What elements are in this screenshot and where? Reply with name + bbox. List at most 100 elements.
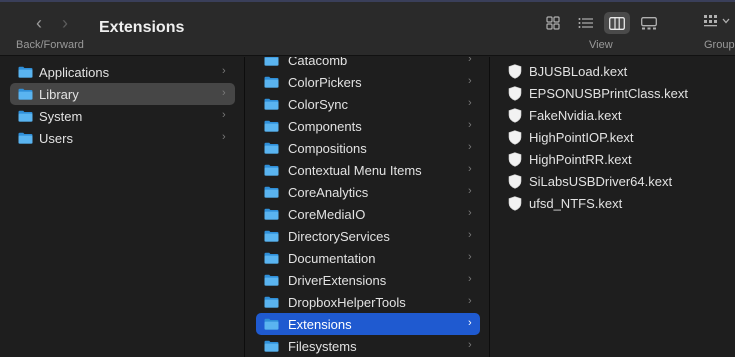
item-label: CoreMediaIO bbox=[288, 206, 366, 222]
item-label: ColorSync bbox=[288, 96, 348, 112]
item-label: Contextual Menu Items bbox=[288, 162, 422, 178]
folder-row[interactable]: DirectoryServices › bbox=[256, 225, 480, 247]
file-row[interactable]: EPSONUSBPrintClass.kext bbox=[505, 82, 725, 104]
folder-row[interactable]: Components › bbox=[256, 115, 480, 137]
window-top-edge bbox=[0, 0, 735, 2]
file-row[interactable]: HighPointIOP.kext bbox=[505, 126, 725, 148]
folder-row[interactable]: Contextual Menu Items › bbox=[256, 159, 480, 181]
sidebar-folder-row[interactable]: Users › bbox=[10, 127, 235, 149]
file-row[interactable]: SiLabsUSBDriver64.kext bbox=[505, 170, 725, 192]
item-label: EPSONUSBPrintClass.kext bbox=[529, 85, 688, 101]
folder-row[interactable]: DropboxHelperTools › bbox=[256, 291, 480, 313]
chevron-right-icon: › bbox=[468, 273, 472, 285]
folder-icon bbox=[264, 57, 279, 66]
item-label: Extensions bbox=[288, 316, 352, 332]
folder-icon bbox=[264, 76, 279, 88]
item-label: System bbox=[39, 108, 83, 124]
chevron-down-icon bbox=[722, 18, 730, 24]
folder-icon bbox=[18, 132, 33, 144]
folder-row[interactable]: Extensions › bbox=[256, 313, 480, 335]
window-title: Extensions bbox=[99, 19, 185, 36]
item-label: FakeNvidia.kext bbox=[529, 107, 622, 123]
folder-icon bbox=[264, 164, 279, 176]
folder-icon bbox=[264, 230, 279, 242]
chevron-right-icon: › bbox=[468, 163, 472, 175]
item-label: Compositions bbox=[288, 140, 367, 156]
chevron-right-icon: › bbox=[468, 141, 472, 153]
gallery-view-button[interactable] bbox=[636, 12, 662, 34]
folder-icon bbox=[264, 252, 279, 264]
column-extensions: BJUSBLoad.kext EPSONUSBPrintClass.kext Fak… bbox=[491, 57, 735, 357]
folder-row[interactable]: Filesystems › bbox=[256, 335, 480, 357]
item-label: Filesystems bbox=[288, 338, 357, 354]
item-label: Components bbox=[288, 118, 362, 134]
folder-row[interactable]: Compositions › bbox=[256, 137, 480, 159]
kext-shield-icon bbox=[508, 63, 522, 79]
item-label: Users bbox=[39, 130, 73, 146]
folder-icon bbox=[264, 120, 279, 132]
file-row[interactable]: HighPointRR.kext bbox=[505, 148, 725, 170]
chevron-right-icon: › bbox=[222, 131, 226, 143]
kext-shield-icon bbox=[508, 129, 522, 145]
item-label: DirectoryServices bbox=[288, 228, 390, 244]
folder-icon bbox=[264, 274, 279, 286]
chevron-right-icon: › bbox=[468, 119, 472, 131]
folder-row[interactable]: DriverExtensions › bbox=[256, 269, 480, 291]
group-button[interactable] bbox=[703, 14, 730, 28]
view-label: View bbox=[589, 39, 613, 51]
sidebar-folder-row[interactable]: System › bbox=[10, 105, 235, 127]
chevron-right-icon[interactable]: › bbox=[56, 14, 74, 32]
icon-view-button[interactable] bbox=[540, 12, 566, 34]
view-switcher bbox=[540, 12, 662, 34]
back-forward-group: ‹ › bbox=[30, 14, 74, 32]
folder-row[interactable]: Documentation › bbox=[256, 247, 480, 269]
folder-icon bbox=[18, 110, 33, 122]
chevron-right-icon: › bbox=[468, 57, 472, 65]
group-icon bbox=[704, 15, 717, 27]
chevron-right-icon: › bbox=[468, 207, 472, 219]
folder-icon bbox=[264, 208, 279, 220]
folder-row[interactable]: ColorSync › bbox=[256, 93, 480, 115]
item-label: Documentation bbox=[288, 250, 376, 266]
chevron-right-icon: › bbox=[222, 109, 226, 121]
file-row[interactable]: ufsd_NTFS.kext bbox=[505, 192, 725, 214]
list-view-button[interactable] bbox=[572, 12, 598, 34]
kext-shield-icon bbox=[508, 195, 522, 211]
chevron-left-icon[interactable]: ‹ bbox=[30, 14, 48, 32]
kext-shield-icon bbox=[508, 173, 522, 189]
chevron-right-icon: › bbox=[468, 317, 472, 329]
folder-icon bbox=[264, 318, 279, 330]
item-label: Applications bbox=[39, 64, 110, 80]
kext-shield-icon bbox=[508, 107, 522, 123]
folder-row[interactable]: Catacomb › bbox=[256, 57, 480, 71]
folder-icon bbox=[264, 98, 279, 110]
item-label: DropboxHelperTools bbox=[288, 294, 406, 310]
folder-row[interactable]: CoreMediaIO › bbox=[256, 203, 480, 225]
file-row[interactable]: FakeNvidia.kext bbox=[505, 104, 725, 126]
folder-icon bbox=[264, 340, 279, 352]
kext-shield-icon bbox=[508, 151, 522, 167]
folder-icon bbox=[18, 88, 33, 100]
grid-view-icon bbox=[546, 16, 560, 30]
item-label: HighPointIOP.kext bbox=[529, 129, 634, 145]
folder-row[interactable]: CoreAnalytics › bbox=[256, 181, 480, 203]
column-view-icon bbox=[609, 16, 625, 30]
file-row[interactable]: BJUSBLoad.kext bbox=[505, 60, 725, 82]
gallery-view-icon bbox=[641, 16, 657, 29]
chevron-right-icon: › bbox=[468, 339, 472, 351]
chevron-right-icon: › bbox=[468, 75, 472, 87]
item-label: ufsd_NTFS.kext bbox=[529, 195, 623, 211]
item-label: SiLabsUSBDriver64.kext bbox=[529, 173, 673, 189]
folder-row[interactable]: ColorPickers › bbox=[256, 71, 480, 93]
column-library: Catacomb › ColorPickers › ColorSync › Componen… bbox=[246, 57, 490, 357]
folder-icon bbox=[264, 142, 279, 154]
column-view-button[interactable] bbox=[604, 12, 630, 34]
sidebar-folder-row[interactable]: Library › bbox=[10, 83, 235, 105]
item-label: BJUSBLoad.kext bbox=[529, 63, 628, 79]
sidebar-folder-row[interactable]: Applications › bbox=[10, 61, 235, 83]
item-label: HighPointRR.kext bbox=[529, 151, 632, 167]
folder-icon bbox=[18, 66, 33, 78]
item-label: CoreAnalytics bbox=[288, 184, 369, 200]
item-label: Catacomb bbox=[288, 57, 348, 68]
item-label: Library bbox=[39, 86, 79, 102]
